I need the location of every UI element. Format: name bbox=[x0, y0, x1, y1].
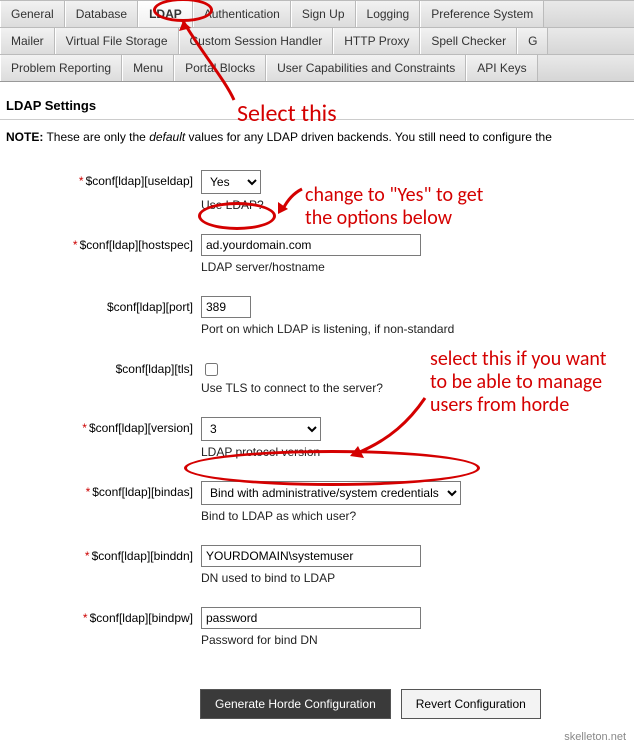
binddn-input[interactable] bbox=[201, 545, 421, 567]
tab-portal-blocks[interactable]: Portal Blocks bbox=[174, 55, 266, 81]
port-helper: Port on which LDAP is listening, if non-… bbox=[201, 322, 628, 336]
tab-sign-up[interactable]: Sign Up bbox=[291, 1, 356, 27]
tab-mailer[interactable]: Mailer bbox=[0, 28, 55, 54]
bindpw-input[interactable] bbox=[201, 607, 421, 629]
revert-button[interactable]: Revert Configuration bbox=[401, 689, 541, 719]
tab-http-proxy[interactable]: HTTP Proxy bbox=[333, 28, 420, 54]
bindas-select[interactable]: Bind with administrative/system credenti… bbox=[201, 481, 461, 505]
section-title: LDAP Settings bbox=[0, 82, 634, 120]
note-italic: default bbox=[149, 130, 185, 144]
tab-problem-reporting[interactable]: Problem Reporting bbox=[0, 55, 122, 81]
tab-general[interactable]: General bbox=[0, 1, 65, 27]
useldap-select[interactable]: Yes bbox=[201, 170, 261, 194]
version-helper: LDAP protocol version bbox=[201, 445, 628, 459]
tab-authentication[interactable]: Authentication bbox=[193, 1, 291, 27]
tab-virtual-file-storage[interactable]: Virtual File Storage bbox=[55, 28, 179, 54]
useldap-label: *$conf[ldap][useldap] bbox=[6, 170, 201, 188]
tab-logging[interactable]: Logging bbox=[356, 1, 421, 27]
binddn-label: *$conf[ldap][binddn] bbox=[6, 545, 201, 563]
hostspec-label: *$conf[ldap][hostspec] bbox=[6, 234, 201, 252]
tabs-row-3: Problem ReportingMenuPortal BlocksUser C… bbox=[0, 54, 634, 81]
port-label: $conf[ldap][port] bbox=[6, 296, 201, 314]
bindas-helper: Bind to LDAP as which user? bbox=[201, 509, 628, 523]
tab-api-keys[interactable]: API Keys bbox=[466, 55, 537, 81]
tls-helper: Use TLS to connect to the server? bbox=[201, 381, 628, 395]
tabs-row-2: MailerVirtual File StorageCustom Session… bbox=[0, 27, 634, 54]
generate-button[interactable]: Generate Horde Configuration bbox=[200, 689, 391, 719]
hostspec-input[interactable] bbox=[201, 234, 421, 256]
tab-g[interactable]: G bbox=[517, 28, 548, 54]
bindpw-label: *$conf[ldap][bindpw] bbox=[6, 607, 201, 625]
tab-custom-session-handler[interactable]: Custom Session Handler bbox=[179, 28, 334, 54]
tabs-container: GeneralDatabaseLDAPAuthenticationSign Up… bbox=[0, 0, 634, 82]
tls-checkbox[interactable] bbox=[205, 363, 218, 376]
button-row: Generate Horde Configuration Revert Conf… bbox=[0, 689, 634, 729]
tab-spell-checker[interactable]: Spell Checker bbox=[420, 28, 517, 54]
binddn-helper: DN used to bind to LDAP bbox=[201, 571, 628, 585]
tab-preference-system[interactable]: Preference System bbox=[420, 1, 544, 27]
port-input[interactable] bbox=[201, 296, 251, 318]
hostspec-helper: LDAP server/hostname bbox=[201, 260, 628, 274]
attribution-text: skelleton.net bbox=[0, 729, 634, 749]
version-select[interactable]: 3 bbox=[201, 417, 321, 441]
tab-menu[interactable]: Menu bbox=[122, 55, 174, 81]
note-text: NOTE: These are only the default values … bbox=[0, 120, 634, 154]
tab-ldap[interactable]: LDAP bbox=[138, 1, 193, 27]
tls-label: $conf[ldap][tls] bbox=[6, 358, 201, 376]
ldap-form: *$conf[ldap][useldap] Yes Use LDAP? *$co… bbox=[0, 154, 634, 689]
tabs-row-1: GeneralDatabaseLDAPAuthenticationSign Up… bbox=[0, 0, 634, 27]
useldap-helper: Use LDAP? bbox=[201, 198, 628, 212]
tab-database[interactable]: Database bbox=[65, 1, 138, 27]
tab-user-capabilities-and-constraints[interactable]: User Capabilities and Constraints bbox=[266, 55, 466, 81]
bindpw-helper: Password for bind DN bbox=[201, 633, 628, 647]
version-label: *$conf[ldap][version] bbox=[6, 417, 201, 435]
note-bold: NOTE: bbox=[6, 130, 43, 144]
bindas-label: *$conf[ldap][bindas] bbox=[6, 481, 201, 499]
